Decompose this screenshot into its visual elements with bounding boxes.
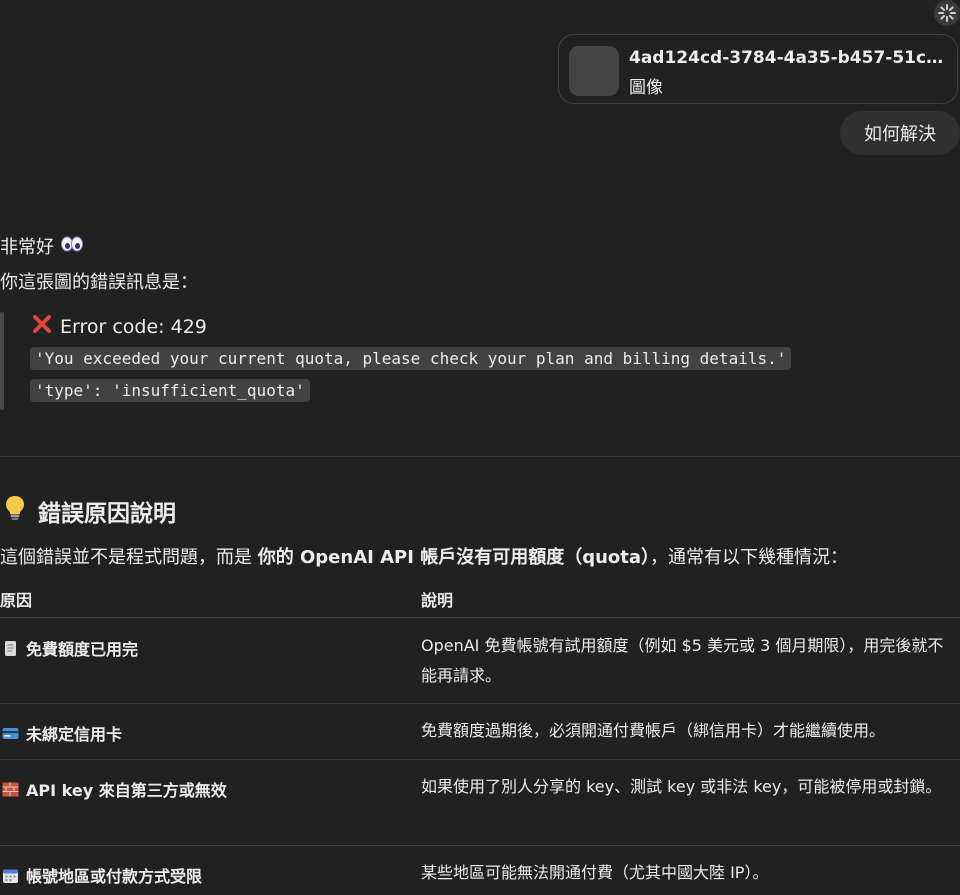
- eyes-icon: [60, 236, 84, 257]
- error-type-code: 'type': 'insufficient_quota': [30, 379, 310, 402]
- user-message-text: 如何解決: [864, 124, 936, 145]
- row-reason: 帳號地區或付款方式受限: [2, 863, 202, 887]
- chat-page: 4ad124cd-3784-4a35-b457-51cad6... 圖像 如何解…: [0, 0, 960, 895]
- greeting-text: 非常好: [0, 237, 54, 258]
- explanation-suffix: ，通常有以下幾種情況：: [650, 547, 849, 568]
- assistant-greeting: 非常好: [0, 233, 84, 259]
- explanation-prefix: 這個錯誤並不是程式問題，而是: [0, 547, 258, 568]
- row-description: 如果使用了別人分享的 key、測試 key 或非法 key，可能被停用或封鎖。: [421, 777, 942, 796]
- table-header-description: 說明: [421, 591, 454, 610]
- image-attachment-card[interactable]: 4ad124cd-3784-4a35-b457-51cad6... 圖像: [558, 34, 958, 104]
- row-description: 某些地區可能無法開通付費（尤其中國大陸 IP）。: [421, 863, 769, 882]
- table-divider: [0, 845, 960, 846]
- row-reason: 未綁定信用卡: [2, 721, 122, 745]
- explanation-paragraph: 這個錯誤並不是程式問題，而是 你的 OpenAI API 帳戶沒有可用額度（qu…: [0, 543, 848, 569]
- section-heading: 錯誤原因說明: [4, 494, 176, 528]
- error-message-code: 'You exceeded your current quota, please…: [30, 347, 792, 370]
- blockquote-bar: [0, 312, 4, 410]
- brick-icon: [2, 781, 19, 798]
- calendar-icon: [2, 867, 19, 884]
- divider: [0, 456, 960, 457]
- explanation-bold: 你的 OpenAI API 帳戶沒有可用額度（quota）: [257, 547, 651, 568]
- section-title: 錯誤原因說明: [38, 501, 176, 527]
- assistant-intro-line: 你這張圖的錯誤訊息是：: [0, 272, 198, 293]
- row-reason-text: API key 來自第三方或無效: [26, 781, 227, 800]
- cross-mark-icon: [32, 314, 52, 339]
- credit-card-icon: [2, 725, 19, 742]
- row-reason-text: 未綁定信用卡: [26, 725, 123, 744]
- loading-spinner-icon[interactable]: [934, 0, 960, 26]
- attachment-thumbnail: [569, 46, 619, 96]
- error-title: Error code: 429: [32, 314, 207, 339]
- lightbulb-icon: [4, 495, 26, 527]
- user-message-bubble: 如何解決: [840, 111, 960, 155]
- table-header-reason: 原因: [0, 591, 33, 610]
- attachment-file-type: 圖像: [629, 78, 663, 98]
- table-divider: [0, 759, 960, 760]
- table-divider: [0, 703, 960, 704]
- row-reason: 免費額度已用完: [2, 636, 138, 660]
- row-reason-text: 免費額度已用完: [26, 640, 139, 659]
- table-divider: [0, 617, 960, 618]
- row-description: OpenAI 免費帳號有試用額度（例如 $5 美元或 3 個月期限），用完後就不…: [421, 636, 944, 685]
- row-reason-text: 帳號地區或付款方式受限: [26, 867, 203, 886]
- error-code-text: Error code: 429: [60, 315, 207, 338]
- row-description: 免費額度過期後，必須開通付費帳戶（綁信用卡）才能繼續使用。: [421, 721, 886, 740]
- receipt-icon: [2, 640, 19, 657]
- attachment-file-name: 4ad124cd-3784-4a35-b457-51cad6...: [629, 48, 951, 68]
- row-reason: API key 來自第三方或無效: [2, 777, 227, 801]
